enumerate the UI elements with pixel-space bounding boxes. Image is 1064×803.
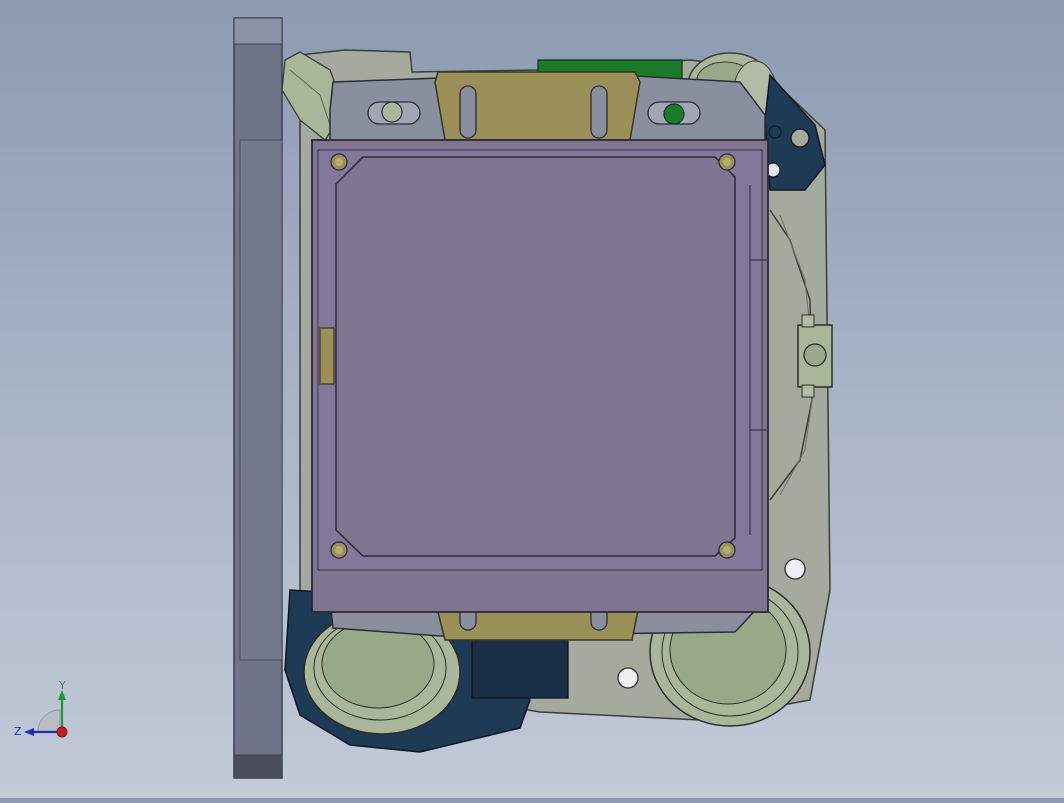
top-clamp-plate[interactable] xyxy=(329,71,766,146)
triad-quadrant-icon xyxy=(37,709,61,733)
main-purple-plate[interactable] xyxy=(311,139,769,613)
left-mounting-bar[interactable] xyxy=(233,17,283,779)
view-orientation-triad[interactable]: Y Z xyxy=(10,676,74,746)
top-right-blue-bracket[interactable] xyxy=(764,73,826,191)
body-hole-bottom xyxy=(617,667,639,689)
y-axis-label: Y xyxy=(58,679,66,692)
body-hole-right xyxy=(784,558,806,580)
model-graphics[interactable] xyxy=(0,0,1064,798)
z-axis-label: Z xyxy=(14,725,22,738)
origin-point-icon xyxy=(56,726,68,738)
cad-viewport[interactable] xyxy=(0,0,1064,798)
right-connector[interactable] xyxy=(797,314,833,398)
